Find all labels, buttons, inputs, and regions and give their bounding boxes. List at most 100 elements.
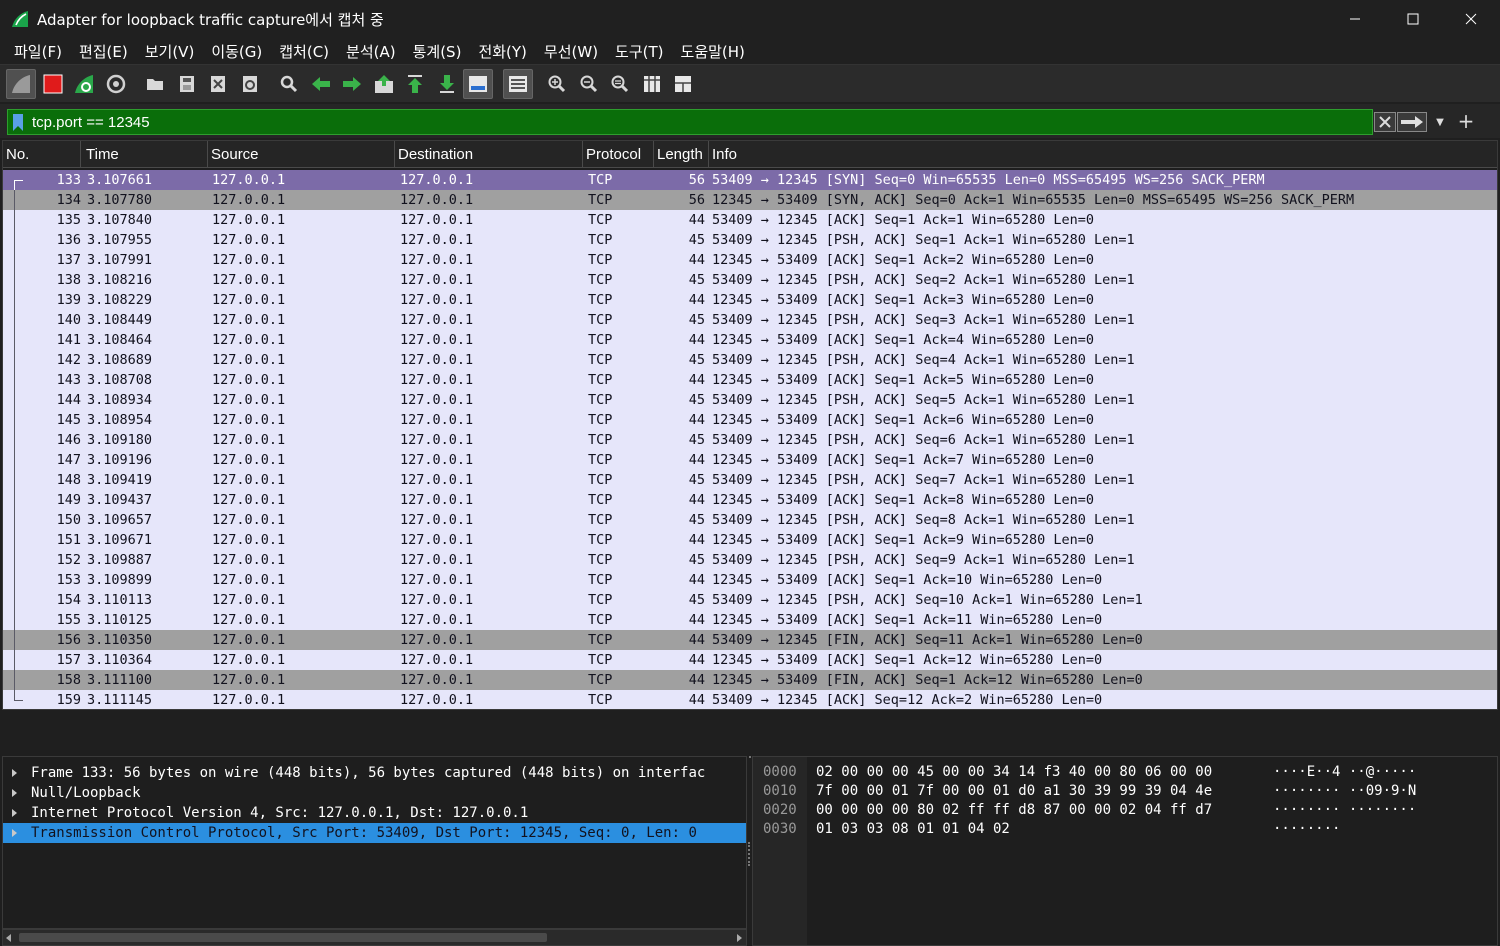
packet-row[interactable]: 143 3.108708 127.0.0.1 127.0.0.1 TCP 44 12345 …: [3, 370, 1497, 390]
packet-row[interactable]: 153 3.109899 127.0.0.1 127.0.0.1 TCP 44 12345 …: [3, 570, 1497, 590]
packet-row[interactable]: 137 3.107991 127.0.0.1 127.0.0.1 TCP 44 12345 …: [3, 250, 1497, 270]
hex-bytes[interactable]: 00 00 00 00 80 02 ff ff d8 87 00 00 02 0…: [816, 801, 1212, 820]
resize-columns-button[interactable]: [637, 69, 667, 99]
go-forward-button[interactable]: [337, 69, 367, 99]
scroll-right-icon[interactable]: [737, 934, 742, 942]
column-header-destination[interactable]: Destination: [395, 141, 583, 168]
stop-capture-button[interactable]: [38, 69, 68, 99]
display-filter-input[interactable]: [32, 110, 1362, 134]
zoom-normal-button[interactable]: [605, 69, 635, 99]
go-back-button[interactable]: [306, 69, 336, 99]
go-first-packet-button[interactable]: [400, 69, 430, 99]
close-file-button[interactable]: [203, 69, 233, 99]
menu-analyze[interactable]: 분석(A): [338, 41, 404, 62]
column-header-source[interactable]: Source: [208, 141, 395, 168]
open-file-button[interactable]: [140, 69, 170, 99]
clear-filter-button[interactable]: [1374, 112, 1396, 132]
detail-tree-item[interactable]: Internet Protocol Version 4, Src: 127.0.…: [3, 803, 746, 823]
packet-row[interactable]: 134 3.107780 127.0.0.1 127.0.0.1 TCP 56 12345 …: [3, 190, 1497, 210]
go-last-packet-button[interactable]: [432, 69, 462, 99]
column-header-length[interactable]: Length: [654, 141, 709, 168]
packet-row[interactable]: 151 3.109671 127.0.0.1 127.0.0.1 TCP 44 12345 …: [3, 530, 1497, 550]
packet-row[interactable]: 156 3.110350 127.0.0.1 127.0.0.1 TCP 44 53409 …: [3, 630, 1497, 650]
maximize-button[interactable]: [1384, 0, 1442, 38]
zoom-out-button[interactable]: [574, 69, 604, 99]
details-horizontal-scrollbar[interactable]: [2, 929, 747, 946]
packet-row[interactable]: 157 3.110364 127.0.0.1 127.0.0.1 TCP 44 12345 …: [3, 650, 1497, 670]
menu-file[interactable]: 파일(F): [6, 41, 70, 62]
reload-file-button[interactable]: [235, 69, 265, 99]
packet-row[interactable]: 154 3.110113 127.0.0.1 127.0.0.1 TCP 45 53409 …: [3, 590, 1497, 610]
column-header-no[interactable]: No.: [3, 141, 81, 168]
expand-arrow-icon[interactable]: [12, 809, 17, 817]
find-packet-button[interactable]: [274, 69, 304, 99]
packet-row[interactable]: 146 3.109180 127.0.0.1 127.0.0.1 TCP 45 53409 …: [3, 430, 1497, 450]
column-header-protocol[interactable]: Protocol: [583, 141, 654, 168]
menu-tools[interactable]: 도구(T): [607, 41, 671, 62]
scroll-left-icon[interactable]: [6, 934, 11, 942]
ascii-bytes[interactable]: ········: [1273, 820, 1340, 839]
packet-row[interactable]: 139 3.108229 127.0.0.1 127.0.0.1 TCP 44 12345 …: [3, 290, 1497, 310]
packet-row[interactable]: 150 3.109657 127.0.0.1 127.0.0.1 TCP 45 53409 …: [3, 510, 1497, 530]
hex-bytes[interactable]: 7f 00 00 01 7f 00 00 01 d0 a1 30 39 99 3…: [816, 782, 1212, 801]
packet-row[interactable]: 141 3.108464 127.0.0.1 127.0.0.1 TCP 44 12345 …: [3, 330, 1497, 350]
ascii-bytes[interactable]: ········ ··09·9·N: [1273, 782, 1416, 801]
menu-wireless[interactable]: 무선(W): [536, 41, 606, 62]
packet-row[interactable]: 158 3.111100 127.0.0.1 127.0.0.1 TCP 44 12345 …: [3, 670, 1497, 690]
packet-row[interactable]: 147 3.109196 127.0.0.1 127.0.0.1 TCP 44 12345 …: [3, 450, 1497, 470]
add-filter-button-button[interactable]: +: [1457, 109, 1475, 133]
expand-arrow-icon[interactable]: [12, 789, 17, 797]
scrollbar-thumb[interactable]: [19, 933, 547, 942]
packet-bytes-pane[interactable]: 0000 02 00 00 00 45 00 00 34 14 f3 40 00 …: [752, 756, 1498, 946]
detail-tree-item[interactable]: Null/Loopback: [3, 783, 746, 803]
ascii-bytes[interactable]: ····E··4 ··@·····: [1273, 763, 1416, 782]
vertical-splitter-grip[interactable]: [748, 842, 750, 866]
start-capture-button[interactable]: [6, 68, 36, 99]
packet-row[interactable]: 152 3.109887 127.0.0.1 127.0.0.1 TCP 45 53409 …: [3, 550, 1497, 570]
restart-capture-button[interactable]: [69, 69, 99, 99]
capture-options-button[interactable]: [101, 69, 131, 99]
menu-statistics[interactable]: 통계(S): [405, 41, 470, 62]
expand-arrow-icon[interactable]: [12, 829, 17, 837]
packet-row[interactable]: 159 3.111145 127.0.0.1 127.0.0.1 TCP 44 53409 …: [3, 690, 1497, 709]
auto-scroll-button[interactable]: [463, 68, 493, 99]
packet-row[interactable]: 145 3.108954 127.0.0.1 127.0.0.1 TCP 44 12345 …: [3, 410, 1497, 430]
packet-row[interactable]: 138 3.108216 127.0.0.1 127.0.0.1 TCP 45 53409 …: [3, 270, 1497, 290]
packet-row[interactable]: 142 3.108689 127.0.0.1 127.0.0.1 TCP 45 53409 …: [3, 350, 1497, 370]
filter-history-dropdown[interactable]: ▼: [1432, 112, 1448, 132]
menu-capture[interactable]: 캡처(C): [271, 41, 337, 62]
packet-row[interactable]: 149 3.109437 127.0.0.1 127.0.0.1 TCP 44 12345 …: [3, 490, 1497, 510]
minimize-button[interactable]: [1326, 0, 1384, 38]
column-header-info[interactable]: Info: [709, 141, 1497, 168]
pane-splitter[interactable]: [0, 710, 1500, 758]
zoom-in-button[interactable]: [542, 69, 572, 99]
packet-details-pane[interactable]: Frame 133: 56 bytes on wire (448 bits), …: [2, 756, 747, 929]
expand-arrow-icon[interactable]: [12, 769, 17, 777]
detail-tree-item[interactable]: Frame 133: 56 bytes on wire (448 bits), …: [3, 763, 746, 783]
menu-telephony[interactable]: 전화(Y): [470, 41, 534, 62]
menu-view[interactable]: 보기(V): [137, 41, 203, 62]
detail-tree-item[interactable]: Transmission Control Protocol, Src Port:…: [3, 823, 746, 843]
apply-filter-button[interactable]: [1397, 112, 1427, 132]
ascii-bytes[interactable]: ········ ········: [1273, 801, 1416, 820]
hex-bytes[interactable]: 02 00 00 00 45 00 00 34 14 f3 40 00 80 0…: [816, 763, 1212, 782]
menu-help[interactable]: 도움말(H): [673, 41, 753, 62]
save-file-button[interactable]: [172, 69, 202, 99]
colorize-button[interactable]: [502, 68, 533, 99]
hex-bytes[interactable]: 01 03 03 08 01 01 04 02: [816, 820, 1010, 839]
packet-row[interactable]: 136 3.107955 127.0.0.1 127.0.0.1 TCP 45 53409 …: [3, 230, 1497, 250]
packet-list[interactable]: No. Time Source Destination Protocol Len…: [2, 140, 1498, 710]
menu-go[interactable]: 이동(G): [203, 41, 270, 62]
go-to-packet-button[interactable]: [369, 69, 399, 99]
layout-button[interactable]: [668, 69, 698, 99]
bookmark-icon[interactable]: [13, 114, 23, 131]
menu-edit[interactable]: 편집(E): [71, 41, 136, 62]
packet-row[interactable]: 144 3.108934 127.0.0.1 127.0.0.1 TCP 45 53409 …: [3, 390, 1497, 410]
packet-row[interactable]: 155 3.110125 127.0.0.1 127.0.0.1 TCP 44 12345 …: [3, 610, 1497, 630]
packet-row[interactable]: 135 3.107840 127.0.0.1 127.0.0.1 TCP 44 53409 …: [3, 210, 1497, 230]
column-header-time[interactable]: Time: [83, 141, 208, 168]
packet-row[interactable]: 148 3.109419 127.0.0.1 127.0.0.1 TCP 45 53409 …: [3, 470, 1497, 490]
close-button[interactable]: [1442, 0, 1500, 38]
packet-row[interactable]: 133 3.107661 127.0.0.1 127.0.0.1 TCP 56 53409 …: [3, 170, 1497, 190]
packet-row[interactable]: 140 3.108449 127.0.0.1 127.0.0.1 TCP 45 53409 …: [3, 310, 1497, 330]
